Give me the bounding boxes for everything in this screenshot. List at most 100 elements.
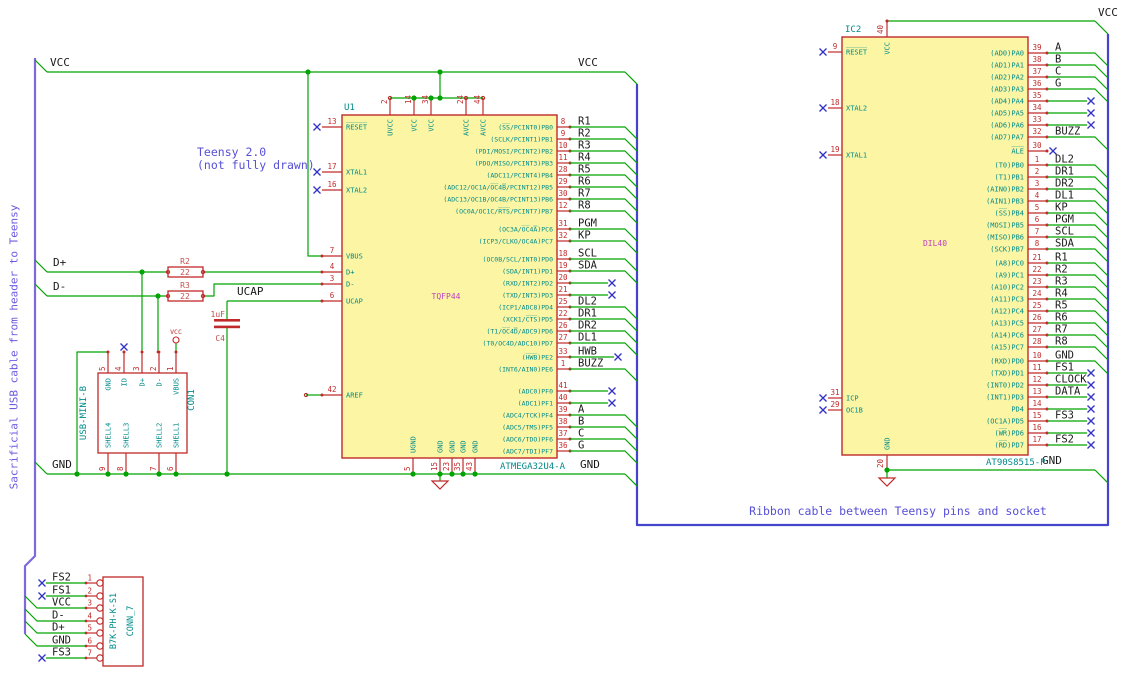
svg-text:24: 24: [1032, 289, 1042, 298]
svg-text:44: 44: [473, 94, 482, 104]
net-label-C: C: [1055, 66, 1061, 78]
svg-text:23: 23: [1032, 277, 1041, 286]
svg-text:(TXD)PD1: (TXD)PD1: [990, 370, 1024, 378]
svg-text:33: 33: [558, 347, 567, 356]
svg-text:VBUS: VBUS: [346, 253, 363, 261]
svg-text:UVCC: UVCC: [387, 119, 395, 136]
d-minus-label: D-: [53, 280, 66, 293]
svg-text:SHELL1: SHELL1: [173, 423, 181, 448]
ribbon-cable-note: Ribbon cable between Teensy pins and soc…: [749, 504, 1047, 518]
gnd-triangle-icon: [877, 477, 897, 487]
svg-text:18: 18: [558, 249, 568, 258]
net-label-R7: R7: [1055, 324, 1068, 336]
con1-pin-4: 4 ID: [114, 350, 129, 386]
svg-text:(MISO)PB6: (MISO)PB6: [986, 234, 1024, 242]
svg-text:17: 17: [1032, 435, 1041, 444]
conn7-reference: CONN_7: [126, 606, 136, 637]
svg-text:(A9)PC1: (A9)PC1: [994, 272, 1024, 280]
svg-text:(W̅R̅)PD6: (W̅R̅)PD6: [994, 428, 1024, 437]
net-label-R5: R5: [578, 164, 591, 176]
svg-text:(RXD/INT2)PD2: (RXD/INT2)PD2: [502, 280, 553, 288]
teensy-note-line1: Teensy 2.0: [197, 145, 267, 159]
con1-pin-3: 3 D+: [132, 350, 147, 386]
con1-pin-8: 8 SHELL3: [116, 423, 131, 474]
svg-text:35: 35: [453, 462, 462, 471]
svg-text:(SDA/INT1)PD1: (SDA/INT1)PD1: [502, 268, 553, 276]
svg-text:16: 16: [327, 180, 337, 189]
con1-pin-9: 9 SHELL4: [98, 423, 113, 474]
svg-text:7: 7: [1035, 227, 1040, 236]
r3-reference: R3: [180, 281, 190, 290]
net-label-R8: R8: [1055, 336, 1068, 348]
net-label-D-: D-: [52, 610, 65, 622]
svg-text:(RXD)PD0: (RXD)PD0: [990, 358, 1024, 366]
conn7-pin-7: 7 FS3: [38, 647, 104, 662]
u1-reference: U1: [344, 103, 355, 113]
net-label-R3: R3: [578, 140, 591, 152]
svg-text:SHELL2: SHELL2: [156, 423, 164, 448]
net-label-DL1: DL1: [1055, 190, 1074, 202]
con1-pin-2: 2 D-: [149, 350, 164, 386]
svg-text:39: 39: [558, 405, 567, 414]
c4-plate-bottom: [214, 325, 240, 329]
net-label-DL2: DL2: [578, 296, 597, 308]
svg-text:(T1)PB1: (T1)PB1: [994, 174, 1024, 182]
net-label-SCL: SCL: [1055, 226, 1074, 238]
net-label-B: B: [1055, 54, 1061, 66]
con1-pin-7: 7 SHELL2: [149, 423, 164, 474]
svg-text:30: 30: [558, 189, 568, 198]
svg-text:12: 12: [1032, 375, 1041, 384]
svg-text:(INT6/AIN0)PE6: (INT6/AIN0)PE6: [498, 366, 553, 374]
teensy-note-line2: (not fully drawn): [197, 158, 315, 172]
svg-text:(A11)PC3: (A11)PC3: [990, 296, 1024, 304]
ucap-label: UCAP: [237, 285, 264, 298]
svg-text:(T0/OC4D/ADC10)PD7: (T0/OC4D/ADC10)PD7: [483, 340, 554, 348]
con1-connector: USB-MINI-B CON15GND4ID3D+2D-1VBUS9SHELL48…: [79, 350, 197, 474]
svg-text:1: 1: [1035, 155, 1040, 164]
svg-text:(A15)PC7: (A15)PC7: [990, 344, 1024, 352]
net-label-DL2: DL2: [1055, 154, 1074, 166]
svg-text:(XCK1/C̅T̅S̅)PD5: (XCK1/C̅T̅S̅)PD5: [502, 314, 553, 323]
svg-text:A̅L̅E̅: A̅L̅E̅: [1011, 146, 1024, 155]
con1-pin-5: 5 GND: [98, 350, 113, 391]
svg-text:25: 25: [1032, 301, 1041, 310]
net-label-R3: R3: [1055, 276, 1068, 288]
svg-text:(MOSI)PB5: (MOSI)PB5: [986, 222, 1024, 230]
svg-text:1: 1: [166, 366, 175, 371]
svg-text:41: 41: [558, 381, 567, 390]
svg-text:(AIN1)PB3: (AIN1)PB3: [986, 198, 1024, 206]
svg-text:1: 1: [561, 359, 566, 368]
svg-text:43: 43: [465, 462, 474, 471]
svg-text:(AD4)PA4: (AD4)PA4: [990, 98, 1024, 106]
net-label-VCC: VCC: [52, 597, 71, 609]
svg-text:(TXD/INT3)PD3: (TXD/INT3)PD3: [502, 292, 553, 300]
svg-text:AREF: AREF: [346, 392, 363, 400]
net-label-A: A: [578, 404, 585, 416]
svg-text:AVCC: AVCC: [480, 119, 488, 136]
svg-text:UCAP: UCAP: [346, 298, 363, 306]
svg-text:3: 3: [1035, 179, 1040, 188]
svg-text:28: 28: [1032, 337, 1042, 346]
svg-text:(ICP3/CLKO/OC4A)PC7: (ICP3/CLKO/OC4A)PC7: [479, 238, 553, 246]
gnd-label-right: GND: [580, 458, 600, 471]
svg-text:R̅E̅S̅E̅T̅: R̅E̅S̅E̅T̅: [846, 47, 868, 56]
svg-text:10: 10: [558, 141, 568, 150]
r2-value: 22: [180, 268, 190, 277]
svg-text:13: 13: [1032, 387, 1041, 396]
net-label-KP: KP: [1055, 202, 1068, 214]
svg-text:26: 26: [1032, 313, 1042, 322]
svg-text:GND: GND: [460, 440, 468, 453]
svg-text:GND: GND: [449, 440, 457, 453]
vcc-label-right: VCC: [578, 56, 598, 69]
svg-text:31: 31: [830, 388, 839, 397]
u1-chip: U1 TQFP44 ATMEGA32U4-A 8 (S̅S̅/PCINT0)PB0 R1 9…: [313, 94, 638, 474]
svg-text:ICP: ICP: [846, 395, 859, 403]
r3-value: 22: [180, 292, 190, 301]
svg-text:42: 42: [327, 385, 336, 394]
svg-text:D+: D+: [139, 378, 147, 386]
svg-text:25: 25: [558, 297, 567, 306]
svg-text:5: 5: [87, 624, 92, 633]
svg-text:4: 4: [330, 262, 335, 271]
net-label-FS1: FS1: [1055, 362, 1074, 374]
svg-text:21: 21: [1032, 253, 1041, 262]
